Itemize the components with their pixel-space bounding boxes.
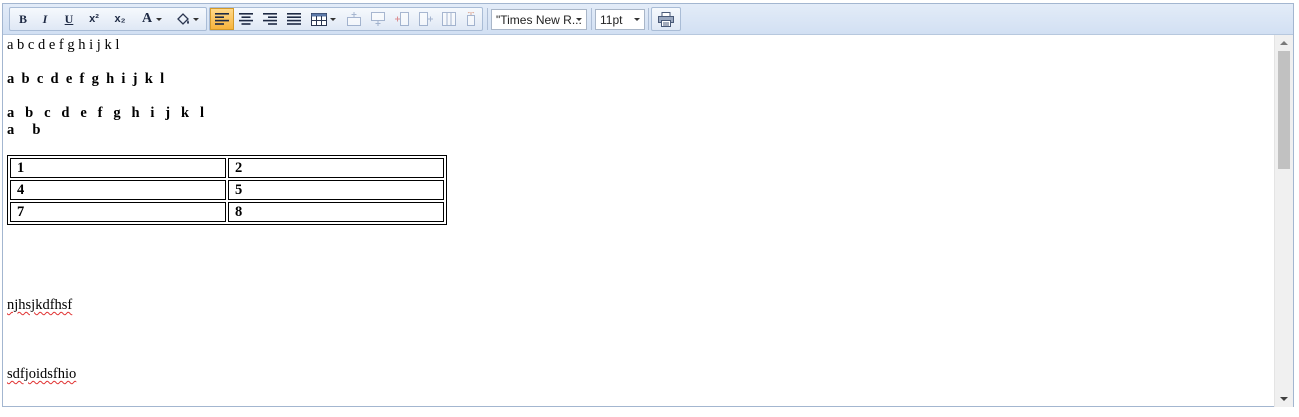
justify-button[interactable] [282, 8, 306, 30]
insert-table-button[interactable] [308, 8, 338, 30]
printer-icon [658, 11, 674, 27]
text-format-group: B I U x² x₂ A [9, 7, 207, 31]
insert-column-right-button[interactable] [414, 8, 438, 30]
print-group [651, 7, 681, 31]
underline-button[interactable]: U [58, 8, 80, 30]
align-left-icon [215, 13, 229, 25]
column-left-icon [395, 12, 409, 26]
misspelled-text: sdfjoidsfhio [7, 366, 77, 382]
scroll-up-icon[interactable] [1280, 41, 1288, 45]
delete-column-icon [442, 12, 456, 26]
font-family-dropdown[interactable]: "Times New R... [491, 9, 587, 30]
font-color-icon: A [142, 11, 153, 26]
chevron-down-icon [329, 17, 336, 21]
font-family-value: "Times New R... [496, 13, 582, 27]
table-cell[interactable]: 4 [10, 180, 226, 200]
highlight-color-button[interactable] [172, 8, 202, 30]
text-line-bold-wide: a b c d e f g h i j k l [7, 105, 204, 121]
table-row: 4 5 [10, 180, 444, 200]
vertical-scrollbar[interactable] [1274, 35, 1293, 407]
justify-icon [287, 13, 301, 25]
italic-button[interactable]: I [34, 8, 56, 30]
toolbar-separator [648, 8, 649, 30]
scroll-down-icon[interactable] [1280, 397, 1288, 401]
table-cell[interactable]: 5 [228, 180, 444, 200]
align-right-button[interactable] [258, 8, 282, 30]
chevron-down-icon [156, 17, 163, 21]
insert-row-below-button[interactable] [366, 8, 390, 30]
insert-row-above-button[interactable] [342, 8, 366, 30]
misspelled-text: njhsjkdfhsf [7, 297, 73, 313]
font-size-value: 11pt [600, 13, 623, 27]
table-cell[interactable]: 2 [228, 158, 444, 178]
chevron-down-icon [193, 17, 199, 21]
font-size-dropdown[interactable]: 11pt [595, 9, 645, 30]
table-icon [310, 12, 327, 26]
content-table[interactable]: 1 2 4 5 7 8 [7, 155, 447, 225]
chevron-down-icon [576, 18, 582, 21]
bold-button[interactable]: B [12, 8, 34, 30]
paint-bucket-icon [177, 13, 189, 25]
superscript-button[interactable]: x² [82, 8, 106, 30]
delete-column-button[interactable] [438, 8, 460, 30]
rich-text-editor: B I U x² x₂ A "Times New R... 11pt a b c… [2, 3, 1294, 407]
chevron-down-icon [634, 18, 640, 21]
row-below-icon [371, 12, 385, 26]
row-above-icon [347, 12, 361, 26]
paragraph-table-group [209, 7, 483, 31]
table-row: 1 2 [10, 158, 444, 178]
column-right-icon [419, 12, 433, 26]
scroll-thumb[interactable] [1278, 51, 1290, 169]
table-cell[interactable]: 1 [10, 158, 226, 178]
align-right-icon [263, 13, 277, 25]
toolbar-separator [591, 8, 592, 30]
text-line-bold-spaced: a b c d e f g h i j k l [7, 71, 165, 87]
table-row: 7 8 [10, 202, 444, 222]
align-center-icon [239, 13, 253, 25]
subscript-button[interactable]: x₂ [108, 8, 132, 30]
text-line-bold-short: a b [7, 122, 41, 138]
print-button[interactable] [654, 8, 678, 30]
align-left-button[interactable] [210, 8, 234, 30]
table-cell[interactable]: 8 [228, 202, 444, 222]
font-color-button[interactable]: A [138, 8, 166, 30]
delete-row-icon [467, 12, 475, 26]
toolbar-separator [487, 8, 488, 30]
insert-column-left-button[interactable] [390, 8, 414, 30]
align-center-button[interactable] [234, 8, 258, 30]
delete-row-button[interactable] [460, 8, 482, 30]
formatting-toolbar: B I U x² x₂ A "Times New R... 11pt [3, 4, 1293, 35]
editor-content-area[interactable]: a b c d e f g h i j k l a b c d e f g h … [3, 35, 1275, 407]
table-cell[interactable]: 7 [10, 202, 226, 222]
text-line-plain: a b c d e f g h i j k l [7, 37, 120, 53]
